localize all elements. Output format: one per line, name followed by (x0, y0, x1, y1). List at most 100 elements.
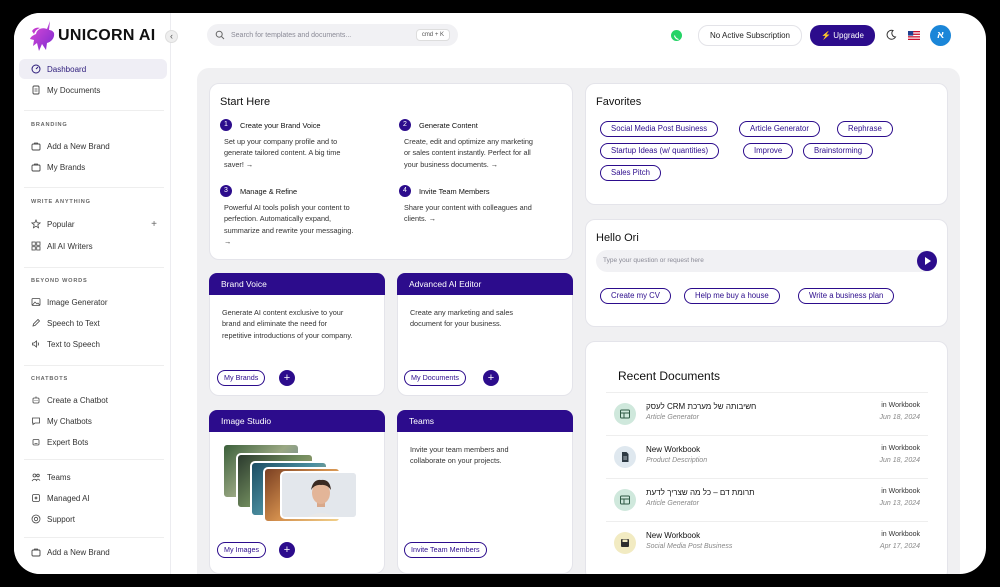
divider (24, 459, 164, 460)
question-input[interactable]: Type your question or request here (596, 250, 937, 272)
sidebar-item-label: Text to Speech (47, 339, 100, 349)
sidebar-item-speech-to-text[interactable]: Speech to Text (19, 313, 167, 333)
document-row[interactable]: תרומת דם – כל מה שצריך לדעת Article Gene… (606, 478, 928, 521)
add-image-button[interactable]: + (279, 542, 295, 558)
table-icon (614, 489, 636, 511)
add-document-button[interactable]: + (483, 370, 499, 386)
avatar[interactable]: א (930, 25, 951, 46)
my-brands-button[interactable]: My Brands (217, 370, 266, 386)
favorite-chip[interactable]: Article Generator (739, 121, 820, 137)
desc-line: Create any marketing and sales (410, 308, 514, 317)
sidebar-item-all-ai-writers[interactable]: All AI Writers (19, 236, 167, 256)
upgrade-label: Upgrade (833, 31, 864, 40)
divider (24, 110, 164, 111)
logo[interactable]: UNICORN AI (28, 19, 156, 53)
step-title[interactable]: Manage & Refine (240, 187, 297, 196)
sidebar-item-support[interactable]: Support (19, 509, 167, 529)
sidebar-item-label: My Chatbots (47, 416, 92, 426)
moon-icon[interactable] (885, 29, 897, 41)
document-row[interactable]: לעסק CRM חשיבותה של מערכת Article Genera… (606, 392, 928, 435)
step-desc-line: clients. → (404, 214, 437, 224)
us-flag-icon[interactable] (908, 31, 920, 40)
send-button[interactable] (917, 251, 937, 271)
sidebar-item-teams[interactable]: Teams (19, 467, 167, 487)
document-row[interactable]: New Workbook Product Description in Work… (606, 435, 928, 478)
document-row[interactable]: New Workbook Social Media Post Business … (606, 521, 928, 564)
sidebar-item-dashboard[interactable]: Dashboard (19, 59, 167, 79)
teams-card: Teams Invite your team members and colla… (397, 410, 573, 574)
dashboard-icon (31, 64, 41, 74)
sidebar-item-label: Managed AI (47, 493, 90, 503)
suggestion-chip[interactable]: Create my CV (600, 288, 671, 304)
subscription-status[interactable]: No Active Subscription (698, 25, 802, 46)
step-description[interactable]: Create, edit and optimize any marketing … (404, 136, 533, 170)
my-images-button[interactable]: My Images (217, 542, 267, 558)
sidebar-item-label: All AI Writers (47, 241, 93, 251)
desc-line: collaborate on your projects. (410, 456, 502, 466)
sidebar-item-label: My Documents (47, 85, 101, 95)
suggestion-chip[interactable]: Help me buy a house (684, 288, 780, 304)
step-desc-line: your business documents. → (404, 159, 499, 169)
sidebar-item-add-brand[interactable]: Add a New Brand (19, 136, 167, 156)
add-popular-button[interactable]: + (151, 219, 157, 230)
desc-line: brand and eliminate the need for (222, 319, 328, 329)
image-studio-card: Image Studio My Images + (209, 410, 385, 574)
ai-editor-card: Advanced AI Editor Create any marketing … (397, 273, 573, 396)
section-title-branding: BRANDING (31, 122, 68, 128)
sidebar-item-create-chatbot[interactable]: Create a Chatbot (19, 390, 167, 410)
step-desc-line: Set up your company profile and to (224, 137, 338, 146)
my-documents-button[interactable]: My Documents (404, 370, 466, 386)
document-icon (614, 446, 636, 468)
greeting: Hello Ori (596, 232, 639, 244)
sidebar-item-my-documents[interactable]: My Documents (19, 80, 167, 100)
image-icon (31, 297, 41, 307)
favorite-chip[interactable]: Startup Ideas (w/ quantities) (600, 143, 720, 159)
sidebar-item-managed-ai[interactable]: Managed AI (19, 488, 167, 508)
add-brand-button[interactable]: + (279, 370, 295, 386)
favorite-chip[interactable]: Social Media Post Business (600, 121, 719, 137)
sidebar-item-label: Add a New Brand (47, 141, 110, 151)
sidebar-item-my-brands[interactable]: My Brands (19, 157, 167, 177)
divider (24, 365, 164, 366)
sidebar-item-popular[interactable]: Popular + (19, 214, 167, 234)
step-title[interactable]: Generate Content (419, 121, 478, 130)
section-title-chatbots: CHATBOTS (31, 376, 69, 382)
briefcase-icon (31, 141, 41, 151)
suggestion-chip[interactable]: Write a business plan (798, 288, 895, 304)
favorite-chip[interactable]: Brainstorming (803, 143, 874, 159)
sidebar: UNICORN AI Dashboard My Documents BRANDI… (14, 13, 171, 574)
desc-line: repetitive introductions of your company… (222, 330, 353, 340)
sidebar-item-label: Support (47, 514, 76, 524)
search-input[interactable]: Search for templates and documents... cm… (207, 24, 458, 46)
step-title[interactable]: Create your Brand Voice (240, 121, 321, 130)
sidebar-item-label: Expert Bots (47, 437, 89, 447)
sidebar-item-image-generator[interactable]: Image Generator (19, 292, 167, 312)
pen-icon (31, 318, 41, 328)
sidebar-item-add-brand-footer[interactable]: Add a New Brand (19, 542, 167, 562)
bot-icon (31, 437, 41, 447)
upgrade-button[interactable]: ⚡ Upgrade (810, 25, 875, 46)
document-type: Article Generator (646, 414, 699, 421)
invite-team-members-button[interactable]: Invite Team Members (404, 542, 487, 558)
document-type: Article Generator (646, 500, 699, 507)
sidebar-item-expert-bots[interactable]: Expert Bots (19, 432, 167, 452)
step-desc-line: saver! → (224, 159, 254, 169)
collapse-sidebar-button[interactable]: ‹ (165, 30, 178, 43)
sidebar-item-my-chatbots[interactable]: My Chatbots (19, 411, 167, 431)
favorite-chip[interactable]: Improve (743, 143, 794, 159)
whatsapp-icon[interactable] (671, 30, 682, 41)
sidebar-item-text-to-speech[interactable]: Text to Speech (19, 334, 167, 354)
favorite-chip[interactable]: Sales Pitch (600, 165, 662, 181)
step-description[interactable]: Powerful AI tools polish your content to… (224, 202, 353, 247)
card-description: Generate AI content exclusive to your br… (222, 307, 352, 341)
sidebar-item-label: Create a Chatbot (47, 395, 108, 405)
briefcase-icon (31, 547, 41, 557)
sparkle-icon (31, 493, 41, 503)
section-title-beyond-words: BEYOND WORDS (31, 278, 88, 284)
favorite-chip[interactable]: Rephrase (837, 121, 893, 137)
step-title[interactable]: Invite Team Members (419, 187, 490, 196)
sidebar-item-label: My Brands (47, 162, 86, 172)
step-description[interactable]: Share your content with colleagues and c… (404, 202, 532, 225)
document-date: Jun 18, 2024 (879, 457, 920, 464)
step-description[interactable]: Set up your company profile and to gener… (224, 136, 340, 170)
